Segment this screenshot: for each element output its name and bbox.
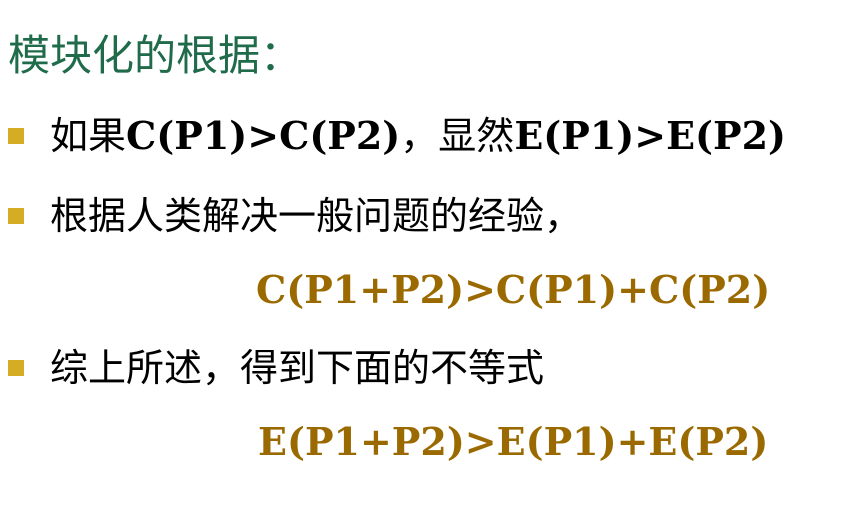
slide-title: 模块化的根据： [8,31,303,80]
bullet-1-suffix: ，显然 [400,114,515,158]
bullet-item-1: 如果C(P1)>C(P2)，显然E(P1)>E(P2) [8,108,786,164]
bullet-text-1: 如果C(P1)>C(P2)，显然E(P1)>E(P2) [50,112,786,160]
bullet-item-3: 综上所述，得到下面的不等式 [8,340,544,396]
bullet-1-formula: C(P1)>C(P2) [126,113,401,158]
bullet-text-2: 根据人类解决一般问题的经验， [50,194,583,238]
bullet-text-3: 综上所述，得到下面的不等式 [50,346,545,390]
bullet-1-prefix: 如果 [50,114,127,158]
bullet-icon [8,128,24,144]
slide: 模块化的根据： 如果C(P1)>C(P2)，显然E(P1)>E(P2) 根据人类… [0,0,851,509]
bullet-icon [8,360,24,376]
bullet-item-2: 根据人类解决一般问题的经验， [8,188,582,244]
formula-effort: E(P1+P2)>E(P1)+E(P2) [258,419,769,464]
bullet-1-tail: E(P1)>E(P2) [514,113,787,158]
formula-complexity: C(P1+P2)>C(P1)+C(P2) [256,267,771,312]
bullet-icon [8,208,24,224]
